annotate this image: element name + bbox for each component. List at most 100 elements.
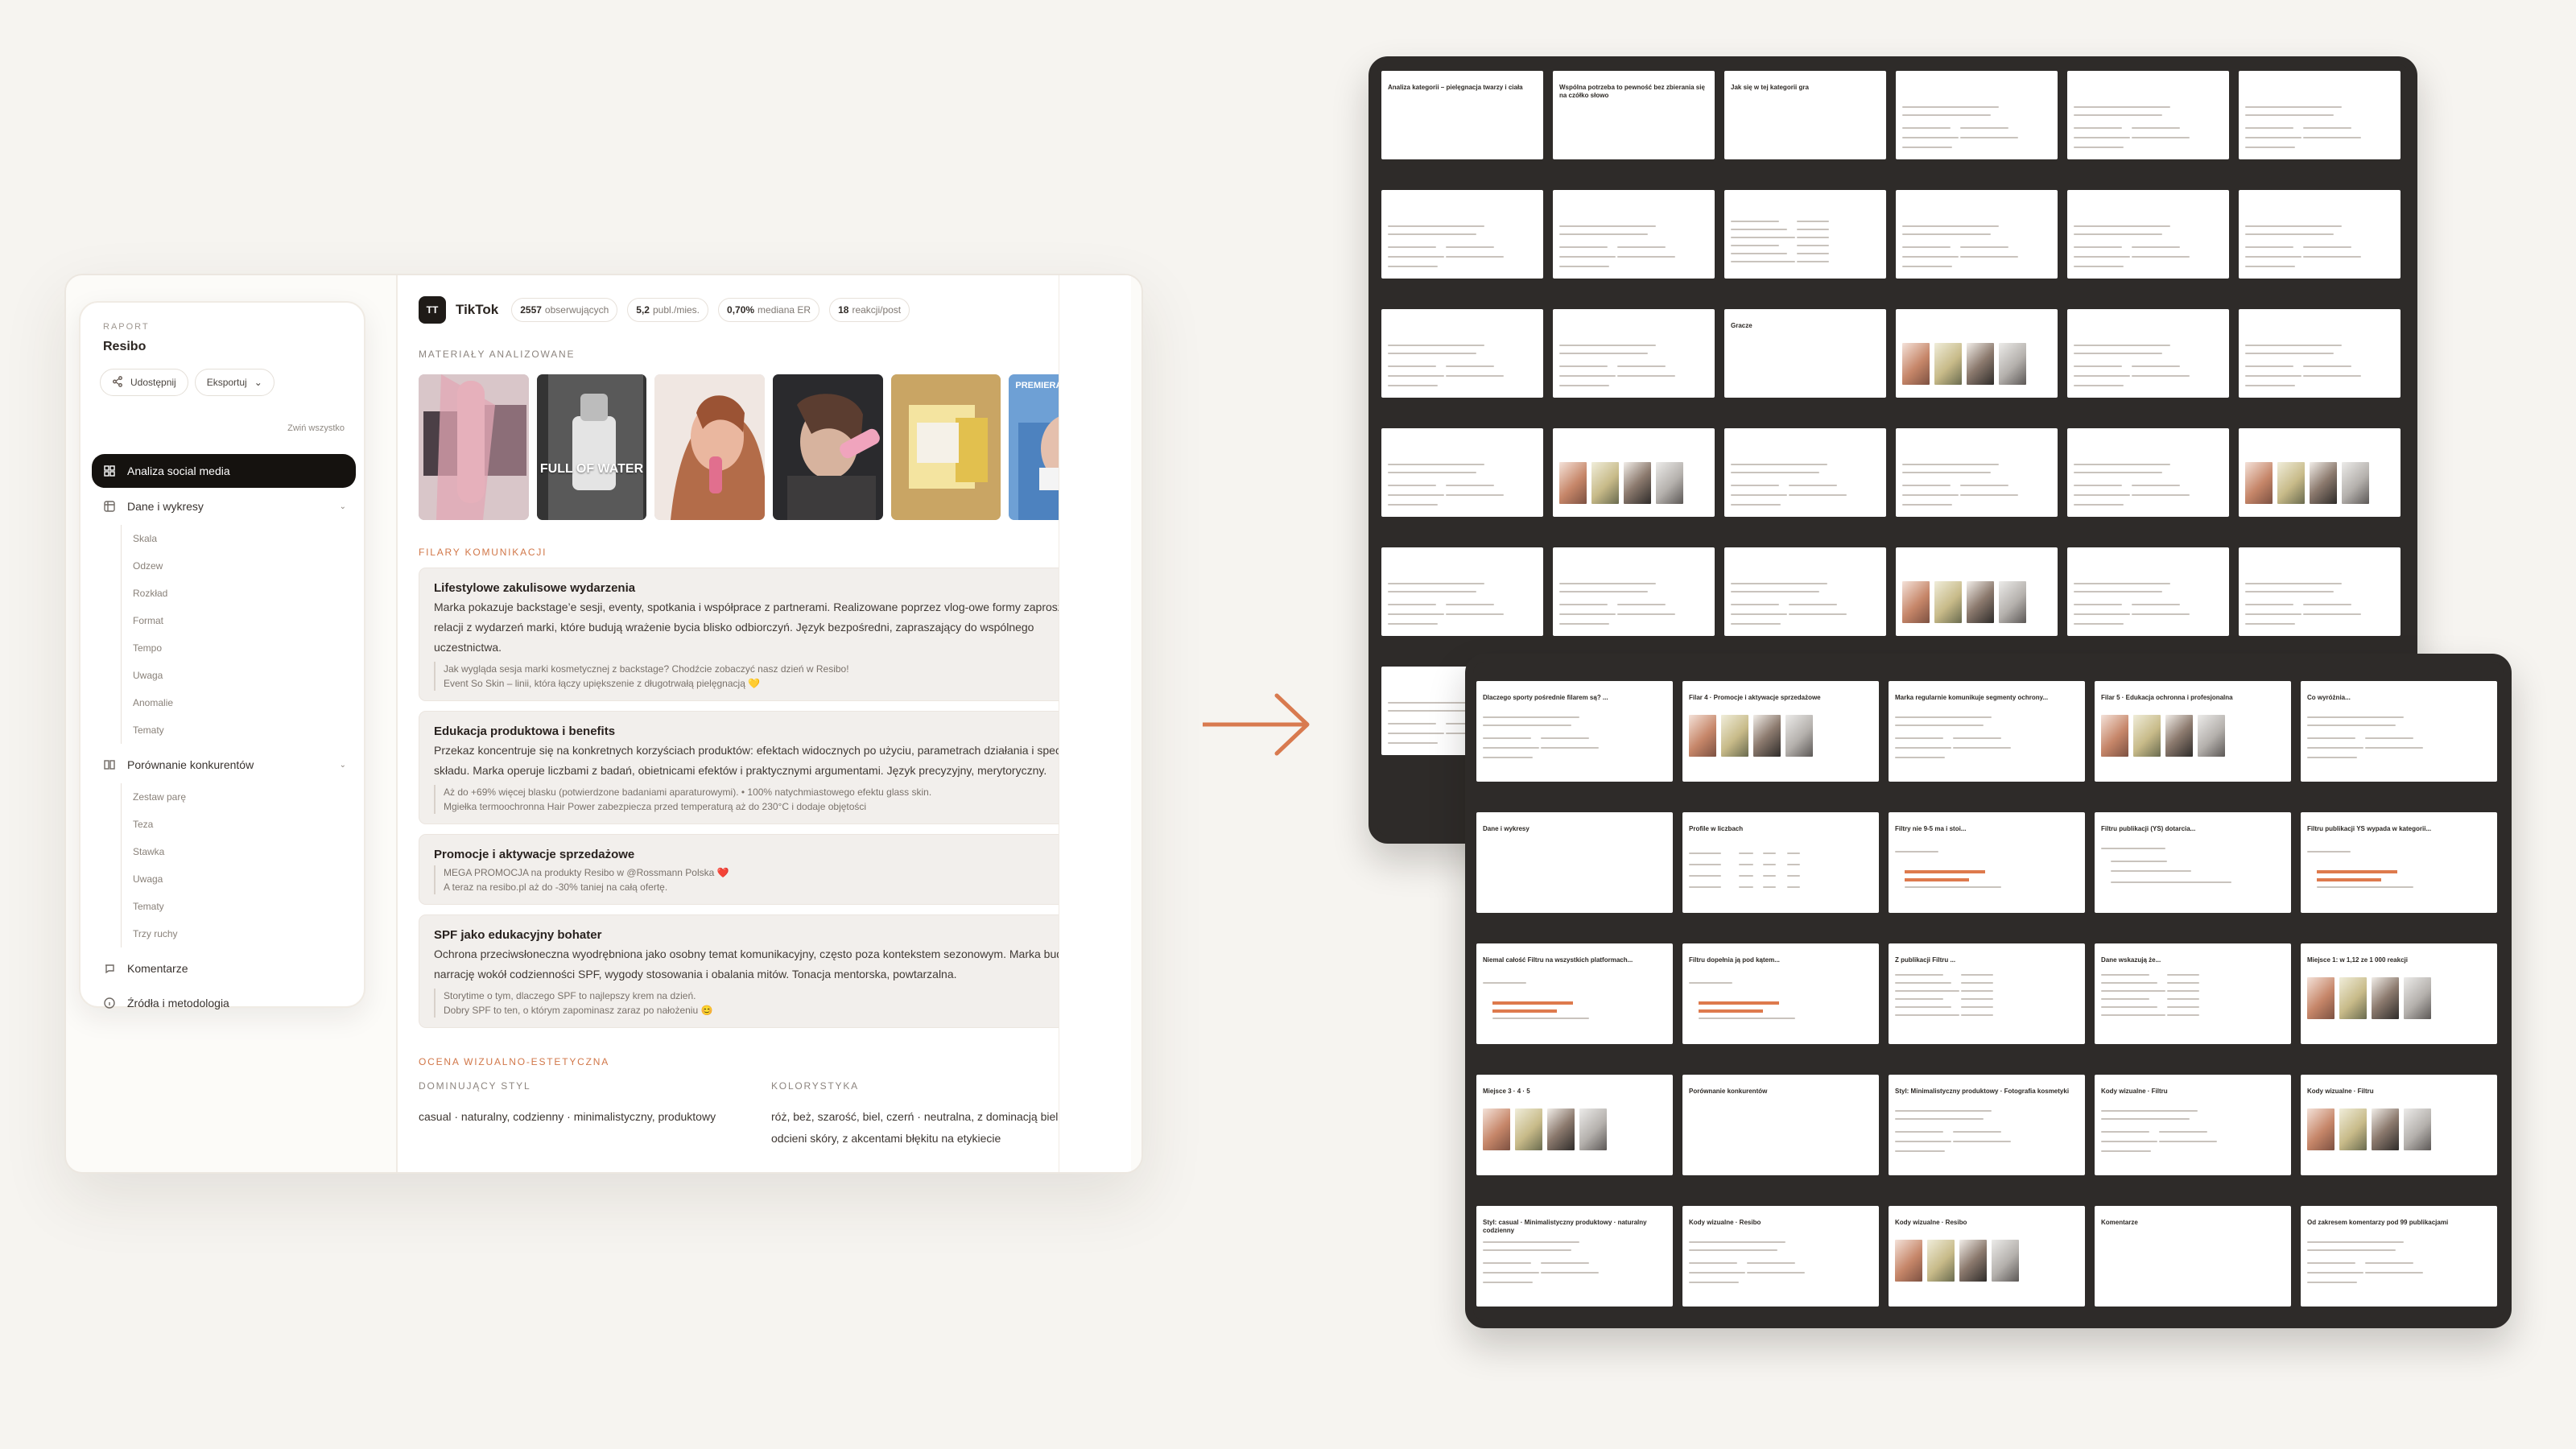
- slide-thumbnail[interactable]: 29. prose — Gracze · Veoli Botanica: [2067, 547, 2229, 636]
- slide-thumbnail[interactable]: 5. fields — Konwencje kategorii: [2067, 71, 2229, 159]
- slide-thumbnail[interactable]: 19. fields — Gracze · Tołpa: [1381, 428, 1543, 517]
- slide-thumbnail[interactable]: 22. discovery — Dane i wykresy · odkryci…: [1682, 943, 1879, 1044]
- slide-thumbnail[interactable]: 14. prose — Rugs kategorii przyciąga: [1553, 309, 1715, 398]
- subnav-anomalie[interactable]: Anomalie: [133, 689, 356, 716]
- nav-comments[interactable]: Komentarze: [92, 952, 356, 985]
- subnav-odzew[interactable]: Odzew: [133, 552, 356, 580]
- slide-thumbnail[interactable]: 28. prose — Kody wizualne · FiltruStyl: …: [1889, 1075, 2085, 1175]
- metric-posts-month-label: publ./mies.: [652, 304, 700, 316]
- slide-thumbnail[interactable]: 25. hub — Top publikacje · miejsca 1–2Mi…: [2301, 943, 2497, 1044]
- slide-thumbnail[interactable]: 20. frames — Gracze · Resibo: [1553, 428, 1715, 517]
- slide-thumbnail[interactable]: 10. prose — Co powtarzają fabryki, a gdz…: [1896, 190, 2058, 279]
- subnav-rozklad[interactable]: Rozkład: [133, 580, 356, 607]
- share-button[interactable]: Udostępnij: [100, 369, 188, 396]
- slide-thumbnail[interactable]: 18. discovery — Dane i wykresy · odkryci…: [1889, 812, 2085, 913]
- nav-sources[interactable]: Źródła i metodologia: [92, 987, 356, 1019]
- slide-photo: [2372, 1108, 2399, 1150]
- slide-thumbnail[interactable]: 13. prose — Rugs kategorii przyciąga: [1381, 309, 1543, 398]
- slide-thumbnail[interactable]: 21. prose — Gracze · Resibo: [1724, 428, 1886, 517]
- slide-thumbnail[interactable]: 27. chapter — Rozdział 3 z 4Porównanie k…: [1682, 1075, 1879, 1175]
- slide-thumbnail[interactable]: 2. chapter — TezaWspólna potrzeba to pew…: [1553, 71, 1715, 159]
- subnav-uwaga-competitors[interactable]: Uwaga: [133, 865, 356, 893]
- thumbnail-woman-tube[interactable]: [773, 374, 883, 520]
- slide-thumbnail[interactable]: 24. discovery — Dane i wykresy · odkryci…: [2095, 943, 2291, 1044]
- thumbnail-pink-products[interactable]: [419, 374, 529, 520]
- slide-thumbnail[interactable]: 15. prose — Prosta definicja i sposób ko…: [2301, 681, 2497, 782]
- slide-thumbnail[interactable]: 31. prose — Kody wizualne · ResiboStyl: …: [1476, 1206, 1673, 1307]
- slide-text-line: [2245, 613, 2301, 615]
- slide-thumbnail[interactable]: 9. discovery — Wszystkie konwencje: [1724, 190, 1886, 279]
- slide-thumbnail[interactable]: 35. prose — Rozmowa odbiorców · PhlovOd …: [2301, 1206, 2497, 1307]
- slide-thumbnail[interactable]: 3. chapter — Rozdział 1 z 5Jak się w tej…: [1724, 71, 1886, 159]
- thumbnail-woman-lipstick[interactable]: [654, 374, 766, 520]
- subnav-uwaga[interactable]: Uwaga: [133, 662, 356, 689]
- thumbnail-product-box[interactable]: [890, 374, 1001, 520]
- slide-thumbnail[interactable]: 16. frames — Gracze · Tołpa: [1896, 309, 2058, 398]
- slide-thumbnail[interactable]: 30. frames — PrzykładyKody wizualne · Fi…: [2301, 1075, 2497, 1175]
- slide-text-line: [1731, 464, 1827, 465]
- slide-text-line: [1763, 852, 1776, 854]
- slide-text-line: [1388, 385, 1438, 386]
- nav-data-charts[interactable]: Dane i wykresy ⌄: [92, 490, 356, 522]
- nav-data-charts-label: Dane i wykresy: [127, 500, 204, 513]
- slide-thumbnail[interactable]: 14. frames — PrzykładyFilar 5 · Edukacja…: [2095, 681, 2291, 782]
- metric-reactions-value: 18: [838, 304, 849, 316]
- slide-thumbnail[interactable]: 26. prose — Gracze · Tołpa · ciąg dalszy: [1553, 547, 1715, 636]
- slide-thumbnail[interactable]: 16. chapter — Rozdział 2 z 4Dane i wykre…: [1476, 812, 1673, 913]
- subnav-trzy-ruchy[interactable]: Trzy ruchy: [133, 920, 356, 947]
- slide-thumbnail[interactable]: 12. prose — Rugs kategorii przyciąga: [2239, 190, 2401, 279]
- slide-thumbnail[interactable]: 18. prose — Gracze · Tołpa · ciąg dalszy: [2239, 309, 2401, 398]
- slide-title: Kody wizualne · Filtru: [2101, 1088, 2168, 1095]
- thumbnail-water-bottle[interactable]: FULL OF WATER: [536, 374, 647, 520]
- subnav-teza[interactable]: Teza: [133, 811, 356, 838]
- slide-thumbnail[interactable]: 13. prose — Filar 5 · Edukacja ochronna …: [1889, 681, 2085, 782]
- subnav-skala[interactable]: Skala: [133, 525, 356, 552]
- slide-thumbnail[interactable]: 6. fields — Konwencje kategorii: [2239, 71, 2401, 159]
- subnav-stawka[interactable]: Stawka: [133, 838, 356, 865]
- slide-thumbnail[interactable]: 11. prose — Co powtarzają fabryki, a gdz…: [2067, 190, 2229, 279]
- slide-text-line: [2307, 747, 2363, 749]
- export-button[interactable]: Eksportuj ⌄: [194, 369, 275, 396]
- slide-thumbnail[interactable]: 24. frames — Gracze · Tołpa: [2239, 428, 2401, 517]
- slide-thumbnail[interactable]: 19. discovery — Dane i wykresy · odkryci…: [2095, 812, 2291, 913]
- slide-thumbnail[interactable]: 28. frames — Gracze · Veoli Botanica: [1896, 547, 2058, 636]
- pillar-description: Marka pokazuje backstage’e sesji, eventy…: [434, 601, 1082, 654]
- slide-thumbnail[interactable]: 17. prose — Gracze · Tołpa: [2067, 309, 2229, 398]
- slide-thumbnail[interactable]: 22. prose — Gracze · Resibo · ciąg dalsz…: [1896, 428, 2058, 517]
- subnav-tematy[interactable]: Tematy: [133, 716, 356, 744]
- subnav-format[interactable]: Format: [133, 607, 356, 634]
- subnav-tematy-competitors[interactable]: Tematy: [133, 893, 356, 920]
- slide-thumbnail[interactable]: 23. discovery — Dane i wykresy · odkryci…: [1889, 943, 2085, 1044]
- slide-thumbnail[interactable]: 21. discovery — Dane i wykresy · odkryci…: [1476, 943, 1673, 1044]
- slide-thumbnail[interactable]: 17. table — Dane i wykresyProfile w licz…: [1682, 812, 1879, 913]
- nav-competitors[interactable]: Porównanie konkurentów ⌄: [92, 749, 356, 781]
- slide-thumbnail[interactable]: 27. fields — Gracze · Tołpa: [1724, 547, 1886, 636]
- slide-title: Filar 5 · Edukacja ochronna i profesjona…: [2101, 694, 2233, 701]
- slide-thumbnail[interactable]: 33. frames — PrzykładyKody wizualne · Re…: [1889, 1206, 2085, 1307]
- slide-thumbnail[interactable]: 15. chapter — Rozdział 2 z 5Gracze: [1724, 309, 1886, 398]
- slide-thumbnail[interactable]: 20. discovery — Dane i wykresy · odkryci…: [2301, 812, 2497, 913]
- slide-thumbnail[interactable]: 11. prose — Filar 4 · Promocje i mechani…: [1476, 681, 1673, 782]
- slide-text-line: [1388, 623, 1438, 625]
- slide-thumbnail[interactable]: 7. fields — Konwencje kategorii: [1381, 190, 1543, 279]
- slide-thumbnail[interactable]: 8. fields — Konwencje kategorii: [1553, 190, 1715, 279]
- slide-thumbnail[interactable]: 30. prose — Gracze · Veoli Botanica: [2239, 547, 2401, 636]
- slide-thumbnail[interactable]: 12. frames — PrzykładyFilar 4 · Promocje…: [1682, 681, 1879, 782]
- slide-photo: [2372, 977, 2399, 1019]
- metric-posts-month: 5,2 publ./mies.: [627, 298, 709, 322]
- slide-thumbnail[interactable]: 26. hub — Top publikacje · miejsca 3–5Mi…: [1476, 1075, 1673, 1175]
- slide-thumbnail[interactable]: 29. prose — Kody wizualne · Filtru · cią…: [2095, 1075, 2291, 1175]
- nav-social-analysis[interactable]: Analiza social media: [92, 454, 356, 488]
- subnav-zestaw-pare[interactable]: Zestaw parę: [133, 783, 356, 811]
- slide-thumbnail[interactable]: 23. fields — Gracze · Resibo: [2067, 428, 2229, 517]
- slide-thumbnail[interactable]: 32. prose — Kody wizualne · Resibo · cią…: [1682, 1206, 1879, 1307]
- slide-thumbnail[interactable]: 4. fields — Konwencje kategorii: [1896, 71, 2058, 159]
- slide-text-line: [1763, 886, 1776, 888]
- slide-thumbnail[interactable]: 25. prose — Gracze · Tołpa: [1381, 547, 1543, 636]
- slide-thumbnail[interactable]: 1. opening — Fabia · analiza kategoriiAn…: [1381, 71, 1543, 159]
- slide-text-line: [2303, 613, 2361, 615]
- materials-title: MATERIAŁY ANALIZOWANE: [419, 349, 576, 360]
- collapse-all-link[interactable]: Zwiń wszystko: [287, 423, 345, 433]
- slide-thumbnail[interactable]: 34. chapter — Rozdział 4 z 4Komentarze: [2095, 1206, 2291, 1307]
- subnav-tempo[interactable]: Tempo: [133, 634, 356, 662]
